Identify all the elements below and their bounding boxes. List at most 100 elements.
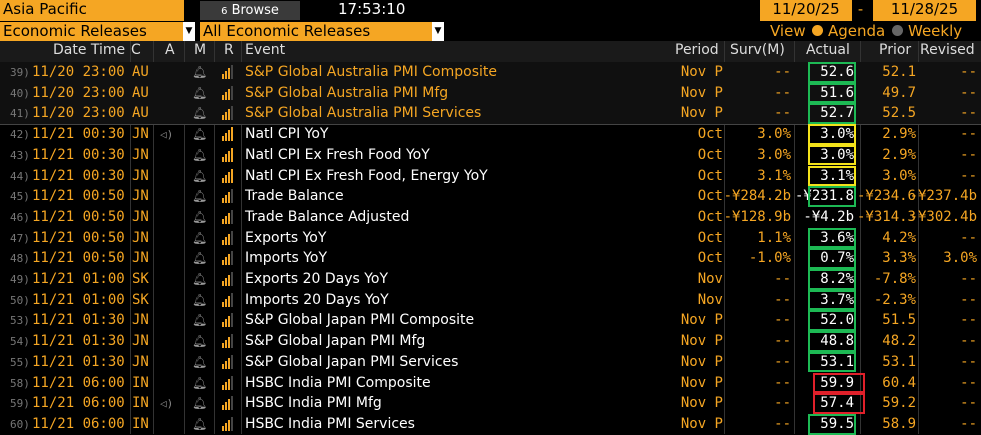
row-event[interactable]: HSBC India PMI Services — [245, 414, 415, 435]
row-country: IN — [132, 374, 149, 391]
row-survey: -1.0% — [748, 250, 791, 267]
speaker-icon[interactable]: ◁) — [160, 124, 173, 145]
row-event[interactable]: Natl CPI Ex Fresh Food YoY — [245, 145, 430, 166]
row-prior: 3.0% — [882, 167, 916, 184]
row-number: 54) — [10, 335, 30, 349]
weekly-radio-icon[interactable] — [892, 25, 903, 36]
col-prior[interactable]: Prior — [879, 42, 911, 58]
row-datetime: 11/21 00:50 — [32, 188, 125, 205]
row-event[interactable]: S&P Global Australia PMI Composite — [245, 62, 497, 83]
row-event[interactable]: Imports YoY — [245, 248, 327, 269]
row-datetime: 11/21 01:30 — [32, 312, 125, 329]
bell-icon[interactable]: 🔔︎ — [192, 83, 207, 104]
row-country: SK — [132, 271, 149, 287]
bell-icon[interactable]: 🔔︎ — [192, 331, 207, 352]
row-event[interactable]: Natl CPI Ex Fresh Food, Energy YoY — [245, 166, 488, 187]
col-date-time[interactable]: Date Time — [53, 42, 125, 58]
col-revised[interactable]: Revised — [920, 42, 975, 58]
row-prior: 2.9% — [882, 126, 916, 143]
row-event[interactable]: S&P Global Australia PMI Mfg — [245, 83, 448, 104]
bell-icon[interactable]: 🔔︎ — [192, 290, 207, 311]
relevance-bars-icon — [222, 272, 233, 286]
row-revised: -- — [960, 312, 977, 329]
col-monitor[interactable]: M — [194, 42, 206, 58]
type-dropdown[interactable]: Economic Releases ▼ — [0, 22, 195, 41]
bell-icon[interactable]: 🔔︎ — [192, 310, 207, 331]
row-period: Oct — [697, 229, 723, 246]
col-relevance[interactable]: R — [224, 42, 234, 58]
bell-icon[interactable]: 🔔︎ — [192, 228, 207, 249]
row-datetime: 11/21 06:00 — [32, 415, 125, 432]
row-datetime: 11/21 00:30 — [32, 146, 125, 163]
row-event[interactable]: Trade Balance — [245, 186, 344, 207]
bell-icon[interactable]: 🔔︎ — [192, 186, 207, 207]
row-event[interactable]: Exports YoY — [245, 228, 326, 249]
date-from-field[interactable]: 11/20/25 — [760, 0, 852, 21]
col-country[interactable]: C — [131, 42, 141, 58]
agenda-option[interactable]: Agenda — [828, 22, 885, 40]
row-event[interactable]: Imports 20 Days YoY — [245, 290, 389, 311]
bell-icon[interactable]: 🔔︎ — [192, 373, 207, 394]
row-event[interactable]: S&P Global Australia PMI Services — [245, 103, 481, 124]
row-period: Nov — [697, 271, 723, 287]
agenda-radio-icon[interactable] — [812, 25, 823, 36]
row-survey: -- — [774, 84, 791, 101]
row-revised: -- — [960, 64, 977, 80]
row-number: 59) — [10, 397, 30, 411]
relevance-bars-icon — [222, 251, 233, 266]
date-to-field[interactable]: 11/28/25 — [873, 0, 976, 21]
row-survey: 1.1% — [757, 229, 791, 246]
row-survey: -- — [774, 374, 791, 391]
row-event[interactable]: HSBC India PMI Mfg — [245, 393, 382, 414]
row-number: 49) — [10, 273, 30, 286]
row-revised: -- — [960, 415, 977, 432]
bell-icon[interactable]: 🔔︎ — [192, 352, 207, 373]
row-revised: 3.0% — [943, 250, 977, 267]
row-datetime: 11/20 23:00 — [32, 105, 125, 122]
row-revised: -- — [960, 126, 977, 143]
row-period: Oct — [697, 188, 723, 205]
region-field[interactable]: Asia Pacific — [0, 0, 184, 21]
row-event[interactable]: Trade Balance Adjusted — [245, 207, 409, 228]
speaker-icon[interactable]: ◁) — [160, 393, 173, 414]
bell-icon[interactable]: 🔔︎ — [192, 62, 207, 83]
relevance-bars-icon — [222, 292, 233, 307]
row-country: JN — [132, 126, 149, 143]
bell-icon[interactable]: 🔔︎ — [192, 145, 207, 166]
bell-icon[interactable]: 🔔︎ — [192, 124, 207, 145]
row-datetime: 11/21 06:00 — [32, 374, 125, 391]
row-survey: -- — [774, 105, 791, 122]
relevance-bars-icon — [222, 396, 233, 411]
table-row[interactable]: 46) 11/21 00:50 JN 🔔︎ Trade Balance Adjusted… — [0, 207, 981, 228]
bell-icon[interactable]: 🔔︎ — [192, 414, 207, 435]
actual-highlight-box — [813, 372, 865, 394]
row-datetime: 11/21 00:30 — [32, 126, 125, 143]
subset-dropdown[interactable]: All Economic Releases ▼ — [200, 22, 444, 41]
col-alert[interactable]: A — [165, 42, 175, 58]
col-period[interactable]: Period — [675, 42, 719, 58]
row-country: AU — [132, 64, 149, 80]
row-event[interactable]: HSBC India PMI Composite — [245, 373, 431, 394]
weekly-option[interactable]: Weekly — [908, 22, 962, 40]
relevance-bars-icon — [222, 85, 233, 100]
row-period: Oct — [697, 208, 723, 225]
bell-icon[interactable]: 🔔︎ — [192, 103, 207, 124]
bell-icon[interactable]: 🔔︎ — [192, 207, 207, 228]
bell-icon[interactable]: 🔔︎ — [192, 166, 207, 187]
actual-highlight-box — [808, 227, 856, 249]
row-event[interactable]: Exports 20 Days YoY — [245, 269, 388, 290]
row-event[interactable]: S&P Global Japan PMI Composite — [245, 310, 474, 331]
bell-icon[interactable]: 🔔︎ — [192, 269, 207, 290]
row-event[interactable]: S&P Global Japan PMI Mfg — [245, 331, 425, 352]
col-event[interactable]: Event — [245, 42, 285, 58]
col-actual[interactable]: Actual — [806, 42, 850, 58]
relevance-bars-icon — [222, 416, 233, 431]
col-survey[interactable]: Surv(M) — [730, 42, 785, 58]
row-event[interactable]: Natl CPI YoY — [245, 124, 329, 145]
row-survey: -- — [774, 312, 791, 329]
row-event[interactable]: S&P Global Japan PMI Services — [245, 352, 458, 373]
bell-icon[interactable]: 🔔︎ — [192, 393, 207, 414]
browse-button[interactable]: 6 Browse — [200, 1, 300, 20]
row-revised: -- — [960, 105, 977, 122]
bell-icon[interactable]: 🔔︎ — [192, 248, 207, 269]
